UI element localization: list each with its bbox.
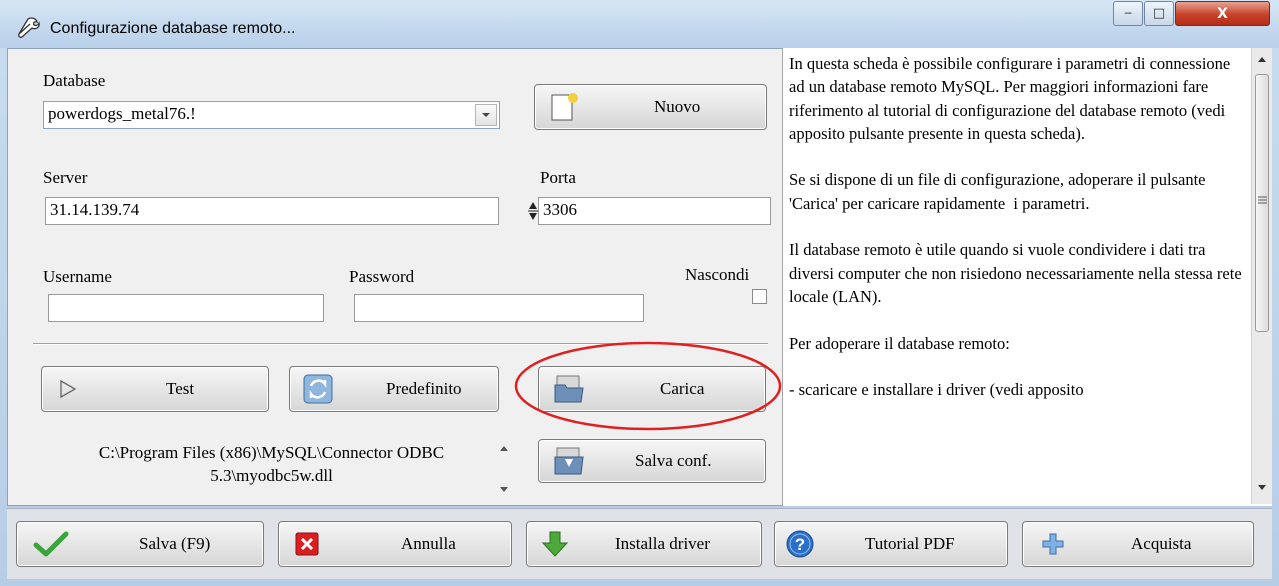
salva-conf-button[interactable]: Salva conf. — [538, 439, 766, 483]
salva-button[interactable]: Salva (F9) — [16, 521, 264, 567]
svg-text:?: ? — [795, 535, 805, 554]
predefinito-button[interactable]: Predefinito — [289, 366, 499, 412]
database-value: powerdogs_metal76.! — [48, 104, 196, 123]
username-input[interactable] — [48, 294, 324, 322]
window: Configurazione database remoto... ─ □ X … — [0, 0, 1279, 586]
salva-conf-label: Salva conf. — [635, 451, 712, 470]
title-bar[interactable]: Configurazione database remoto... ─ □ X — [0, 0, 1279, 48]
porta-input[interactable]: 3306 — [538, 197, 771, 225]
chevron-down-icon — [482, 113, 490, 117]
scroll-down-icon — [1258, 485, 1266, 490]
info-panel: In questa scheda è possibile configurare… — [782, 48, 1272, 506]
minimize-button[interactable]: ─ — [1113, 1, 1143, 26]
scroll-arrows-icon — [500, 446, 508, 492]
database-select[interactable]: powerdogs_metal76.! — [43, 101, 500, 129]
scroll-thumb[interactable] — [1255, 74, 1269, 332]
porta-value: 3306 — [543, 200, 577, 219]
tutorial-pdf-button[interactable]: ? Tutorial PDF — [774, 521, 1008, 567]
installa-driver-label: Installa driver — [615, 534, 710, 553]
username-label: Username — [43, 267, 112, 286]
salva-label: Salva (F9) — [139, 534, 211, 553]
checkmark-icon — [33, 531, 69, 557]
password-input[interactable] — [354, 294, 644, 322]
tutorial-pdf-label: Tutorial PDF — [865, 534, 955, 553]
test-button[interactable]: Test — [41, 366, 269, 412]
server-value: 31.14.139.74 — [50, 200, 140, 219]
grip-icon — [1258, 196, 1267, 204]
info-text: In questa scheda è possibile configurare… — [789, 54, 1242, 400]
highlight-ellipse — [514, 341, 782, 431]
cancel-icon — [295, 532, 319, 556]
annulla-button[interactable]: Annulla — [278, 521, 512, 567]
porta-label: Porta — [540, 168, 576, 187]
close-button[interactable]: X — [1175, 1, 1270, 26]
nuovo-button[interactable]: Nuovo — [534, 84, 767, 130]
close-icon: X — [1217, 5, 1228, 22]
server-label: Server — [43, 168, 88, 187]
minimize-icon: ─ — [1124, 7, 1132, 20]
driver-path-box: C:\Program Files (x86)\MySQL\Connector O… — [41, 433, 515, 495]
nascondi-checkbox[interactable] — [752, 289, 767, 304]
help-icon: ? — [786, 530, 814, 558]
driver-path-scrollbar[interactable] — [495, 437, 513, 493]
nuovo-label: Nuovo — [654, 97, 701, 116]
play-icon — [60, 379, 77, 399]
acquista-button[interactable]: Acquista — [1022, 521, 1254, 567]
dropdown-button[interactable] — [475, 104, 497, 126]
password-label: Password — [349, 267, 415, 286]
window-title: Configurazione database remoto... — [50, 20, 296, 37]
acquista-label: Acquista — [1131, 534, 1192, 553]
maximize-button[interactable]: □ — [1144, 1, 1174, 26]
plus-icon — [1042, 533, 1064, 555]
nascondi-label: Nascondi — [685, 265, 750, 284]
annulla-label: Annulla — [401, 534, 456, 553]
predefinito-label: Predefinito — [386, 379, 462, 398]
driver-path-text: C:\Program Files (x86)\MySQL\Connector O… — [49, 441, 494, 487]
save-config-icon — [554, 447, 584, 475]
test-label: Test — [166, 379, 195, 398]
server-input[interactable]: 31.14.139.74 — [45, 197, 499, 225]
scroll-up-icon — [1258, 57, 1266, 62]
spin-arrows-icon — [528, 202, 538, 220]
info-scrollbar[interactable] — [1251, 48, 1272, 504]
database-label: Database — [43, 71, 106, 90]
installa-driver-button[interactable]: Installa driver — [526, 521, 762, 567]
porta-spinner[interactable] — [528, 197, 538, 225]
driver-path-line1: C:\Program Files (x86)\MySQL\Connector O… — [98, 443, 445, 462]
refresh-icon — [303, 374, 333, 404]
driver-path-line2: 5.3\myodbc5w.dll — [210, 466, 333, 485]
maximize-icon: □ — [1152, 6, 1166, 21]
wrench-icon — [18, 17, 40, 38]
download-arrow-icon — [541, 531, 569, 557]
new-document-icon — [551, 93, 578, 121]
